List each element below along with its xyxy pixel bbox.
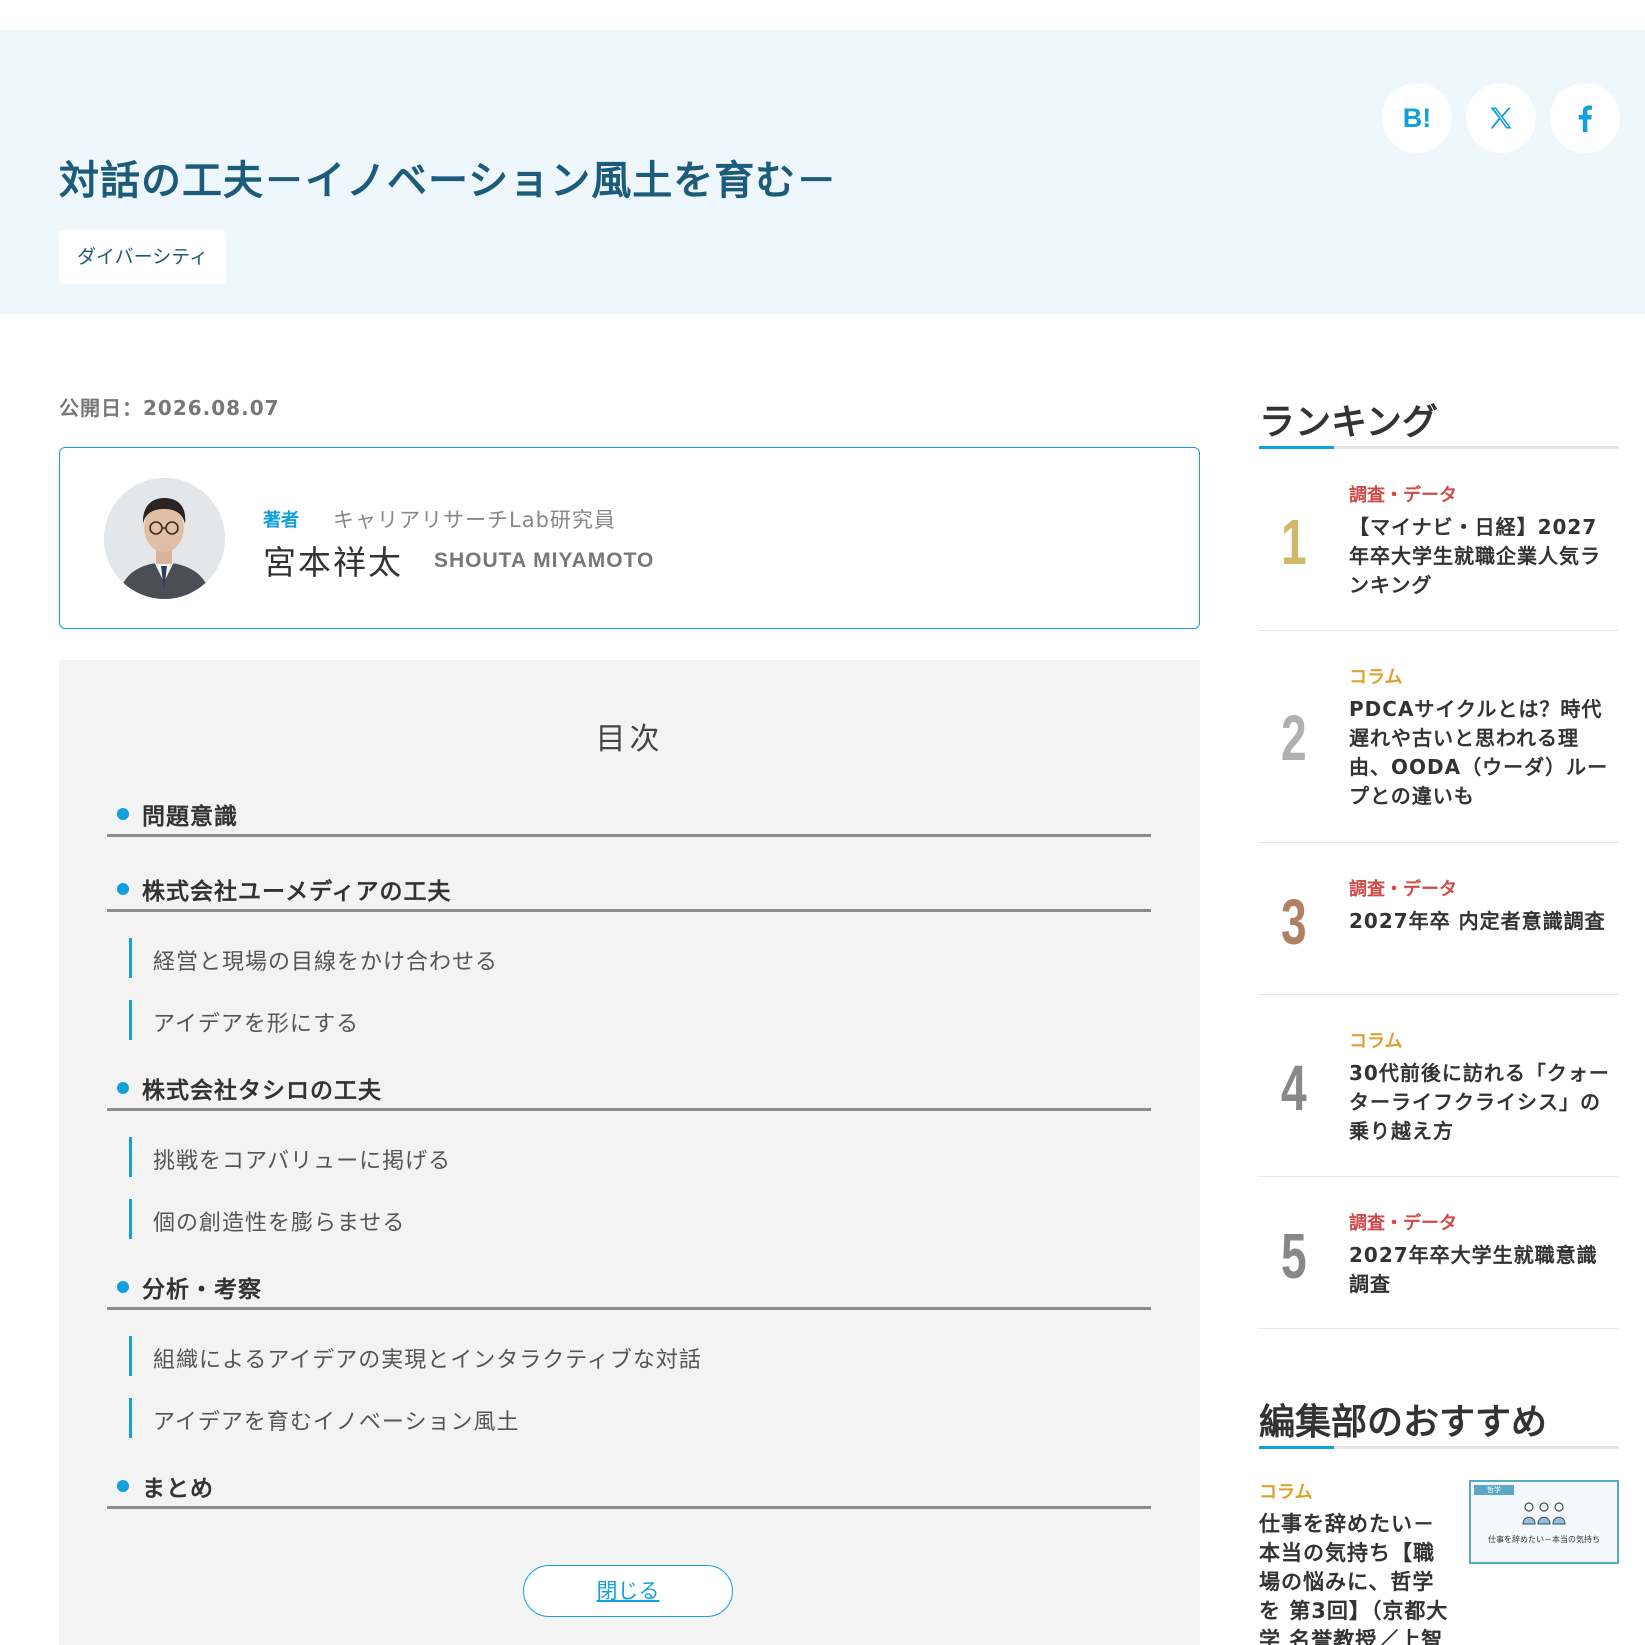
rank-title: 2027年卒大学生就職意識調査 <box>1349 1243 1598 1296</box>
category-tag[interactable]: ダイバーシティ <box>59 230 227 284</box>
subitem-bar <box>129 1336 132 1376</box>
avatar[interactable] <box>104 478 225 599</box>
author-name[interactable]: 宮本祥太 <box>263 536 403 584</box>
recommend-thumbnail[interactable]: 哲学 仕事を辞めたい－本当の気持ち <box>1469 1480 1619 1564</box>
bullet-dot-icon <box>117 1082 129 1094</box>
rank-category: コラム <box>1349 667 1403 688</box>
recommend-heading: 編集部のおすすめ <box>1259 1402 1548 1443</box>
heading-accent <box>1259 1446 1334 1449</box>
published-value: 2026.08.07 <box>143 396 280 420</box>
rank-title: 30代前後に訪れる「クォーターライフクライシス」の乗り越え方 <box>1349 1061 1610 1143</box>
rank-number: 1 <box>1281 506 1307 578</box>
toc-subitem-label: 個の創造性を膨らませる <box>153 1211 406 1236</box>
heading-accent <box>1259 446 1334 449</box>
toc-close-button[interactable]: 閉じる <box>523 1565 733 1617</box>
toc-title: 目次 <box>595 722 664 757</box>
hatena-bookmark-icon: B! <box>1402 102 1432 133</box>
subitem-bar <box>129 1199 132 1239</box>
toc-item[interactable]: 問題意識 <box>107 793 1151 837</box>
toc-item-label: 問題意識 <box>142 804 238 830</box>
x-icon <box>1487 104 1515 132</box>
published-label: 公開日： <box>59 396 143 420</box>
ranking-heading: ランキング <box>1259 402 1438 443</box>
toc-subitem-label: アイデアを育むイノベーション風土 <box>153 1410 520 1435</box>
bullet-dot-icon <box>117 883 129 895</box>
recommend-heading-rule <box>1259 1446 1619 1449</box>
table-of-contents: 目次 問題意識 株式会社ユーメディアの工夫 経営と現場の目線をかけ合わせる アイ… <box>59 660 1200 1645</box>
author-card: 著者 キャリアリサーチLab研究員 宮本祥太 SHOUTA MIYAMOTO <box>59 447 1200 629</box>
ranking-item[interactable]: 5 調査・データ 2027年卒大学生就職意識調査 <box>1259 1209 1619 1329</box>
rank-title: 【マイナビ・日経】2027年卒大学生就職企業人気ランキング <box>1349 515 1601 597</box>
rank-number: 5 <box>1281 1220 1307 1292</box>
ranking-item[interactable]: 2 コラム PDCAサイクルとは？時代遅れや古いと思われる理由、OODA（ウーダ… <box>1259 663 1619 843</box>
toc-item-label: 株式会社ユーメディアの工夫 <box>142 879 452 905</box>
toc-subitem-label: 組織によるアイデアの実現とインタラクティブな対話 <box>153 1348 702 1373</box>
recommend-item[interactable]: コラム 仕事を辞めたい－本当の気持ち【職場の悩みに、哲学を 第3回】（京都大学 … <box>1259 1478 1619 1645</box>
toc-subitem-label: 経営と現場の目線をかけ合わせる <box>153 950 499 975</box>
facebook-icon <box>1577 104 1593 132</box>
rank-title: 2027年卒 内定者意識調査 <box>1349 909 1606 933</box>
subitem-bar <box>129 1398 132 1438</box>
rank-category: 調査・データ <box>1349 879 1457 900</box>
toc-item-label: まとめ <box>142 1476 214 1502</box>
author-name-en: SHOUTA MIYAMOTO <box>434 549 655 572</box>
recommend-title: 仕事を辞めたい－本当の気持ち【職場の悩みに、哲学を 第3回】（京都大学 名誉教授… <box>1259 1512 1449 1645</box>
rank-category: コラム <box>1349 1031 1403 1052</box>
rank-number: 3 <box>1281 886 1307 958</box>
bullet-dot-icon <box>117 808 129 820</box>
subitem-bar <box>129 938 132 978</box>
bullet-dot-icon <box>117 1281 129 1293</box>
facebook-share-button[interactable] <box>1550 83 1620 153</box>
thumbnail-caption: 仕事を辞めたい－本当の気持ち <box>1488 1535 1600 1544</box>
rank-category: 調査・データ <box>1349 485 1457 506</box>
toc-item-label: 株式会社タシロの工夫 <box>142 1078 382 1104</box>
recommend-category: コラム <box>1259 1482 1313 1503</box>
toc-item[interactable]: 株式会社タシロの工夫 <box>107 1067 1151 1111</box>
people-illustration-icon <box>1522 1502 1566 1525</box>
author-affiliation: キャリアリサーチLab研究員 <box>333 508 616 532</box>
subitem-bar <box>129 1137 132 1177</box>
author-role-label: 著者 <box>263 510 299 531</box>
hatena-bookmark-button[interactable]: B! <box>1382 83 1452 153</box>
rank-number: 4 <box>1281 1052 1307 1124</box>
published-date: 公開日：2026.08.07 <box>59 392 280 421</box>
ranking-heading-rule <box>1259 446 1619 449</box>
article-title: 対話の工夫－イノベーション風土を育む－ <box>59 158 838 204</box>
subitem-bar <box>129 1000 132 1040</box>
rank-title: PDCAサイクルとは？時代遅れや古いと思われる理由、OODA（ウーダ）ループとの… <box>1349 697 1609 808</box>
toc-subitem-label: 挑戦をコアバリューに掲げる <box>153 1149 452 1174</box>
rank-category: 調査・データ <box>1349 1213 1457 1234</box>
toc-item[interactable]: まとめ <box>107 1465 1151 1509</box>
toc-subitem-label: アイデアを形にする <box>153 1012 360 1037</box>
x-share-button[interactable] <box>1466 83 1536 153</box>
ranking-item[interactable]: 4 コラム 30代前後に訪れる「クォーターライフクライシス」の乗り越え方 <box>1259 1027 1619 1177</box>
rank-number: 2 <box>1281 702 1307 774</box>
toc-item[interactable]: 分析・考察 <box>107 1266 1151 1310</box>
ranking-item[interactable]: 3 調査・データ 2027年卒 内定者意識調査 <box>1259 875 1619 995</box>
bullet-dot-icon <box>117 1480 129 1492</box>
toc-item[interactable]: 株式会社ユーメディアの工夫 <box>107 868 1151 912</box>
ranking-item[interactable]: 1 調査・データ 【マイナビ・日経】2027年卒大学生就職企業人気ランキング <box>1259 481 1619 631</box>
toc-item-label: 分析・考察 <box>142 1277 262 1303</box>
thumbnail-badge: 哲学 <box>1474 1485 1514 1495</box>
